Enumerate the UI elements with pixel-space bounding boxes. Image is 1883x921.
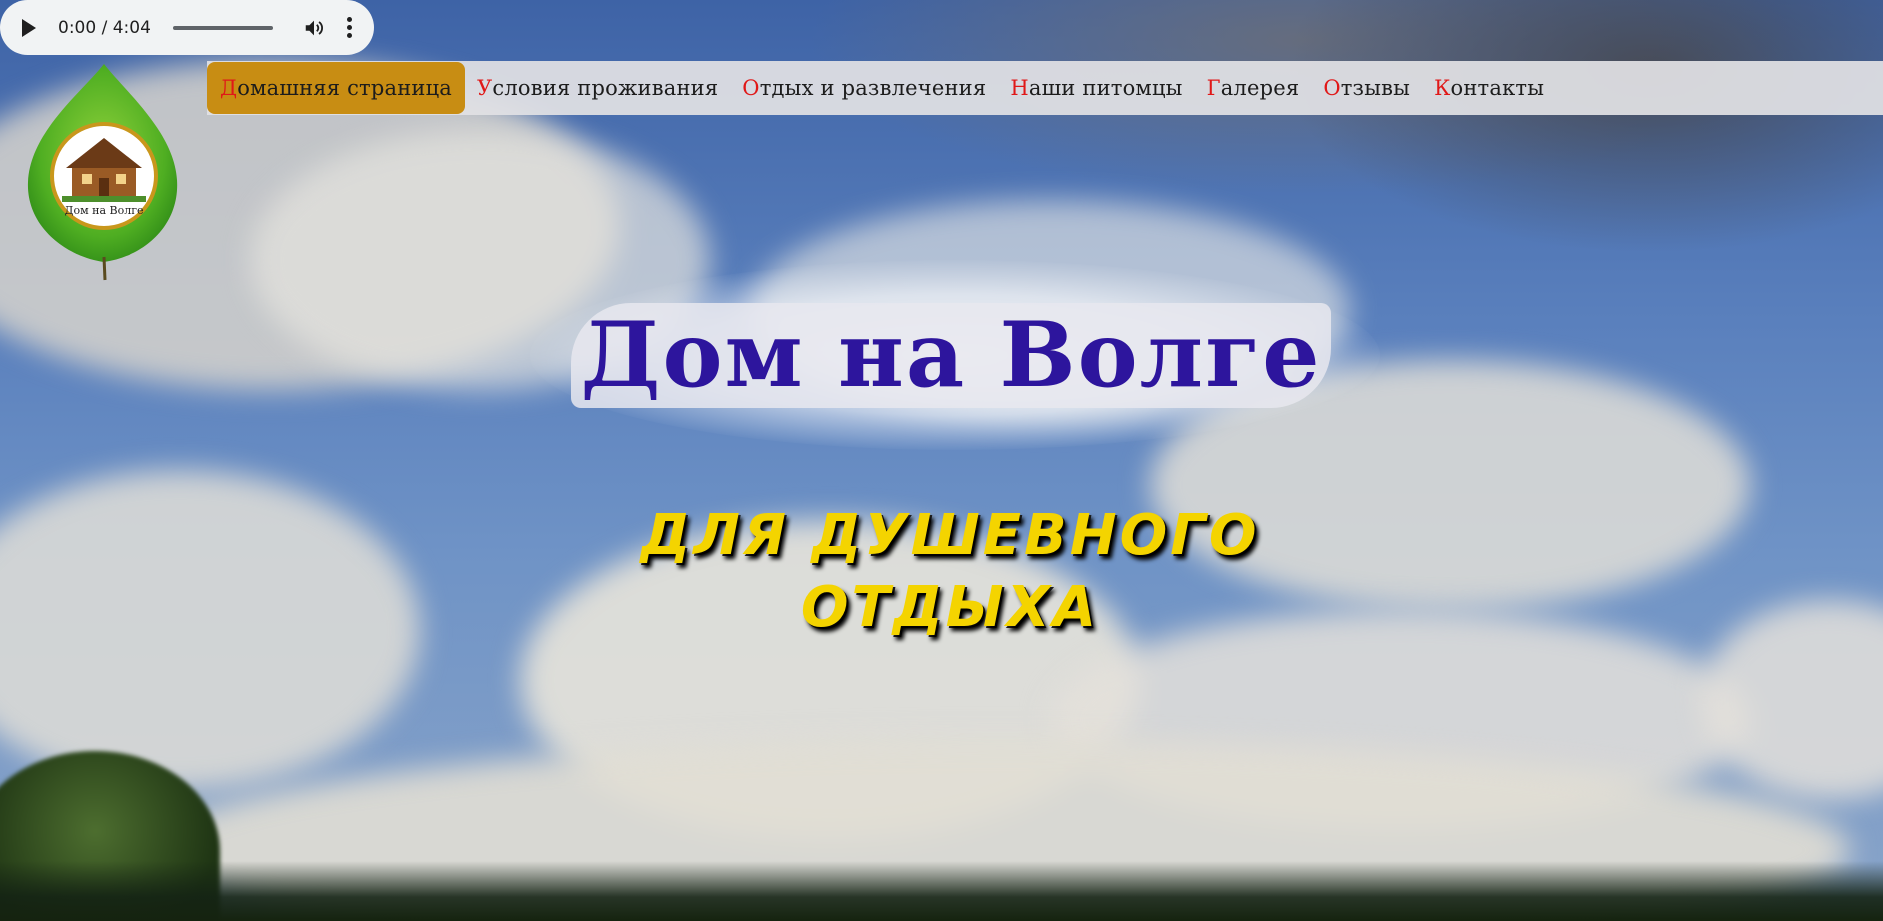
audio-player[interactable]: 0:00 / 4:04 — [0, 0, 374, 55]
play-icon[interactable] — [22, 18, 36, 37]
nav-item-home-initial: Д — [220, 76, 238, 100]
logo-text: Дом на Волге — [65, 204, 144, 217]
nav-item-gallery-label: алерея — [1220, 76, 1300, 100]
nav-item-contacts-initial: К — [1434, 76, 1451, 100]
nav-item-reviews-label: тзывы — [1340, 76, 1411, 100]
hero-title: Дом на Волге — [580, 302, 1322, 408]
nav-item-pets-initial: Н — [1010, 76, 1029, 100]
nav-item-leisure-initial: О — [742, 76, 760, 100]
sky-background-video — [0, 0, 1883, 921]
nav-item-conditions[interactable]: Условия проживания — [465, 61, 730, 115]
nav-item-gallery[interactable]: Галерея — [1195, 61, 1312, 115]
nav-item-contacts[interactable]: Контакты — [1422, 61, 1556, 115]
nav-item-pets[interactable]: Наши питомцы — [998, 61, 1194, 115]
nav-item-home[interactable]: Домашняя страница — [207, 62, 466, 114]
nav-item-contacts-label: онтакты — [1450, 76, 1545, 100]
birch-leaf-logo[interactable]: Дом на Волге — [22, 62, 182, 282]
hero-subtitle-line1: для душевного — [640, 503, 1260, 568]
nav-item-conditions-initial: У — [477, 76, 493, 100]
nav-item-home-label: омашняя страница — [237, 76, 453, 100]
audio-time: 0:00 / 4:04 — [58, 17, 151, 38]
nav-item-conditions-label: словия проживания — [492, 76, 719, 100]
main-nav: Домашняя страница Условия проживания Отд… — [207, 61, 1883, 115]
hero-subtitle: для душевного отдыха — [600, 500, 1300, 644]
nav-item-pets-label: аши питомцы — [1028, 76, 1183, 100]
more-vert-icon[interactable] — [346, 17, 353, 38]
nav-item-reviews[interactable]: Отзывы — [1311, 61, 1422, 115]
audio-progress-slider[interactable] — [172, 25, 273, 30]
nav-item-gallery-initial: Г — [1206, 76, 1221, 100]
nav-item-reviews-initial: О — [1323, 76, 1341, 100]
hero-subtitle-line2: отдыха — [800, 575, 1100, 640]
nav-item-leisure-label: тдых и развлечения — [759, 76, 987, 100]
nav-item-leisure[interactable]: Отдых и развлечения — [730, 61, 998, 115]
volume-icon[interactable] — [303, 17, 325, 39]
